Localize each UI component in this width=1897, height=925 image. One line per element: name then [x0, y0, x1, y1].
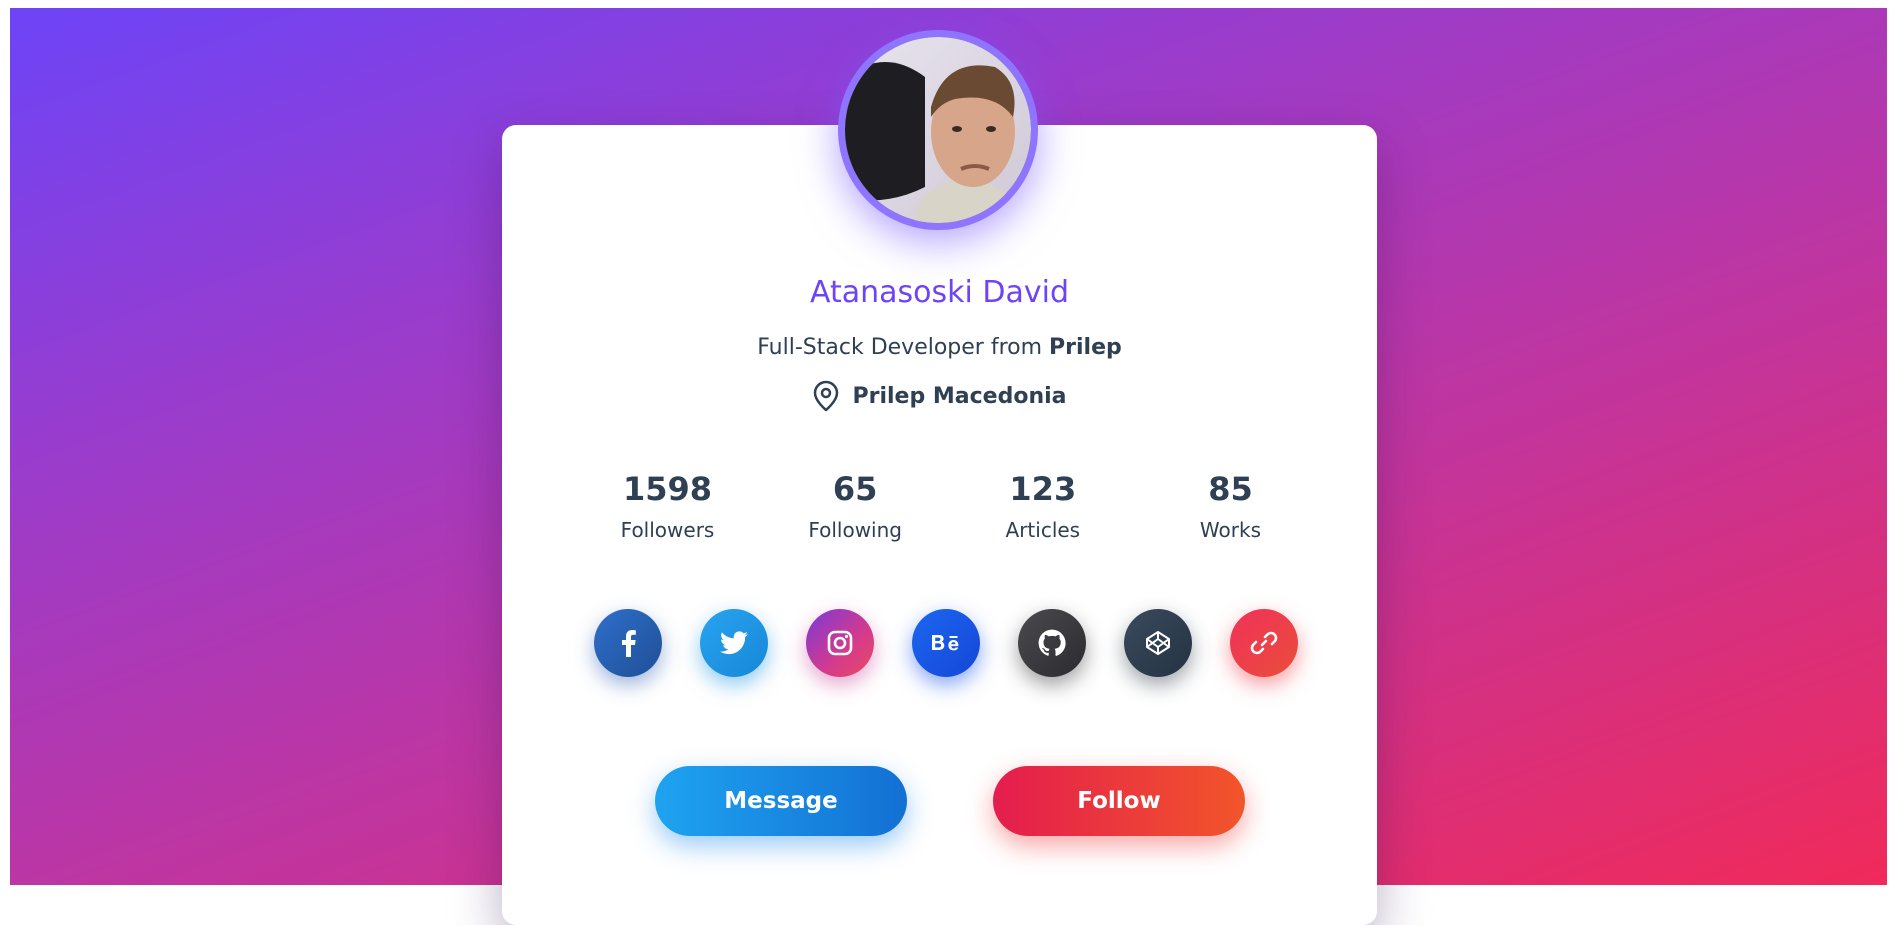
facebook-button[interactable] [594, 609, 662, 677]
stat-label: Followers [620, 518, 715, 542]
profile-location: Prilep Macedonia [502, 380, 1377, 412]
avatar-ring [838, 30, 1038, 230]
github-icon [1038, 629, 1066, 656]
link-icon [1250, 631, 1278, 655]
stat-followers[interactable]: 1598 Followers [574, 470, 761, 542]
stat-articles[interactable]: 123 Articles [949, 470, 1136, 542]
subtitle-city: Prilep [1049, 335, 1122, 360]
instagram-icon [827, 630, 853, 656]
avatar[interactable] [845, 37, 1031, 223]
profile-subtitle: Full-Stack Developer from Prilep [502, 335, 1377, 360]
facebook-icon [622, 630, 636, 657]
stat-works[interactable]: 85 Works [1137, 470, 1324, 542]
stat-value: 65 [832, 470, 878, 508]
follow-button[interactable]: Follow [993, 766, 1245, 836]
stat-value: 85 [1208, 470, 1253, 508]
stat-label: Works [1199, 518, 1261, 542]
map-pin-icon [813, 380, 838, 412]
message-button[interactable]: Message [655, 766, 907, 836]
codepen-icon [1146, 631, 1170, 655]
location-label: Prilep Macedonia [852, 383, 1067, 409]
behance-icon [932, 635, 959, 651]
stat-label: Articles [1005, 518, 1081, 542]
stat-value: 1598 [622, 470, 713, 508]
stat-label: Following [808, 518, 902, 542]
twitter-icon [720, 631, 748, 655]
social-links [594, 609, 1298, 677]
codepen-button[interactable] [1124, 609, 1192, 677]
stat-following[interactable]: 65 Following [762, 470, 949, 542]
twitter-button[interactable] [700, 609, 768, 677]
instagram-button[interactable] [806, 609, 874, 677]
behance-button[interactable] [912, 609, 980, 677]
stats-row: 1598 Followers 65 Following 123 Articles… [574, 470, 1324, 542]
github-button[interactable] [1018, 609, 1086, 677]
subtitle-role: Full-Stack Developer from [757, 335, 1043, 360]
profile-name: Atanasoski David [809, 275, 1069, 310]
stat-value: 123 [1009, 470, 1077, 508]
link-button[interactable] [1230, 609, 1298, 677]
